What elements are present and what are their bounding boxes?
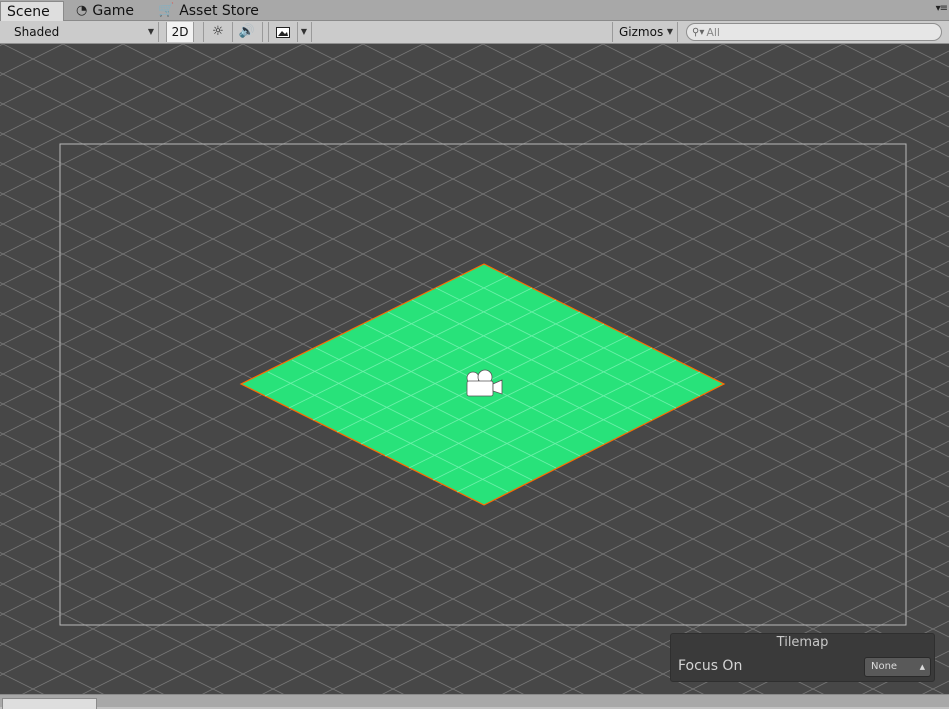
tilemap-overlay-title: Tilemap — [776, 635, 829, 650]
effects-dropdown[interactable]: ▼ — [297, 22, 312, 42]
tab-asset-store[interactable]: 🛒 Asset Store — [152, 2, 265, 20]
effects-toggle[interactable] — [268, 22, 298, 42]
scene-canvas[interactable] — [0, 44, 949, 694]
tab-game[interactable]: ◔ Game — [70, 2, 140, 20]
tab-menu-icon[interactable]: ▾≡ — [936, 3, 948, 14]
bottom-panel-tabbar — [0, 694, 949, 709]
search-placeholder: All — [706, 25, 720, 39]
mode-2d-label: 2D — [171, 25, 189, 39]
tab-bar: Scene ◔ Game 🛒 Asset Store ▾≡ — [0, 0, 949, 22]
scene-toolbar: Shaded ▼ 2D ☼ 🔊 ▼ Gizmos ▼ ⚲▾ All — [0, 21, 949, 44]
speaker-icon: 🔊 — [238, 24, 256, 39]
scene-viewport[interactable]: Tilemap Focus On None ▲ — [0, 44, 949, 694]
chevron-down-icon: ▼ — [147, 27, 154, 36]
draw-mode-label: Shaded — [14, 25, 60, 39]
image-icon — [276, 26, 290, 38]
sun-icon: ☼ — [212, 24, 224, 39]
bottom-panel-tab[interactable] — [2, 698, 97, 709]
game-icon: ◔ — [76, 3, 88, 18]
gizmos-label: Gizmos — [619, 25, 664, 39]
chevron-updown-icon: ▲ — [919, 663, 925, 671]
tab-game-label: Game — [92, 3, 135, 19]
focus-on-dropdown[interactable]: None ▲ — [864, 657, 931, 677]
focus-on-label: Focus On — [678, 658, 743, 674]
chevron-down-icon: ▼ — [300, 27, 308, 36]
tab-scene[interactable]: Scene — [0, 1, 64, 22]
audio-toggle[interactable]: 🔊 — [232, 22, 263, 42]
tab-asset-store-label: Asset Store — [179, 3, 259, 19]
store-icon: 🛒 — [158, 3, 175, 18]
lighting-toggle[interactable]: ☼ — [203, 22, 233, 42]
focus-on-value: None — [871, 661, 898, 672]
search-input[interactable]: ⚲▾ All — [686, 23, 942, 41]
search-icon: ⚲▾ — [692, 26, 705, 38]
mode-2d-button[interactable]: 2D — [166, 22, 194, 42]
draw-mode-dropdown[interactable]: Shaded ▼ — [8, 22, 159, 42]
tilemap-overlay-panel: Tilemap Focus On None ▲ — [670, 633, 935, 682]
chevron-down-icon: ▼ — [666, 27, 673, 36]
tab-scene-label: Scene — [7, 4, 50, 20]
gizmos-dropdown[interactable]: Gizmos ▼ — [612, 22, 678, 42]
